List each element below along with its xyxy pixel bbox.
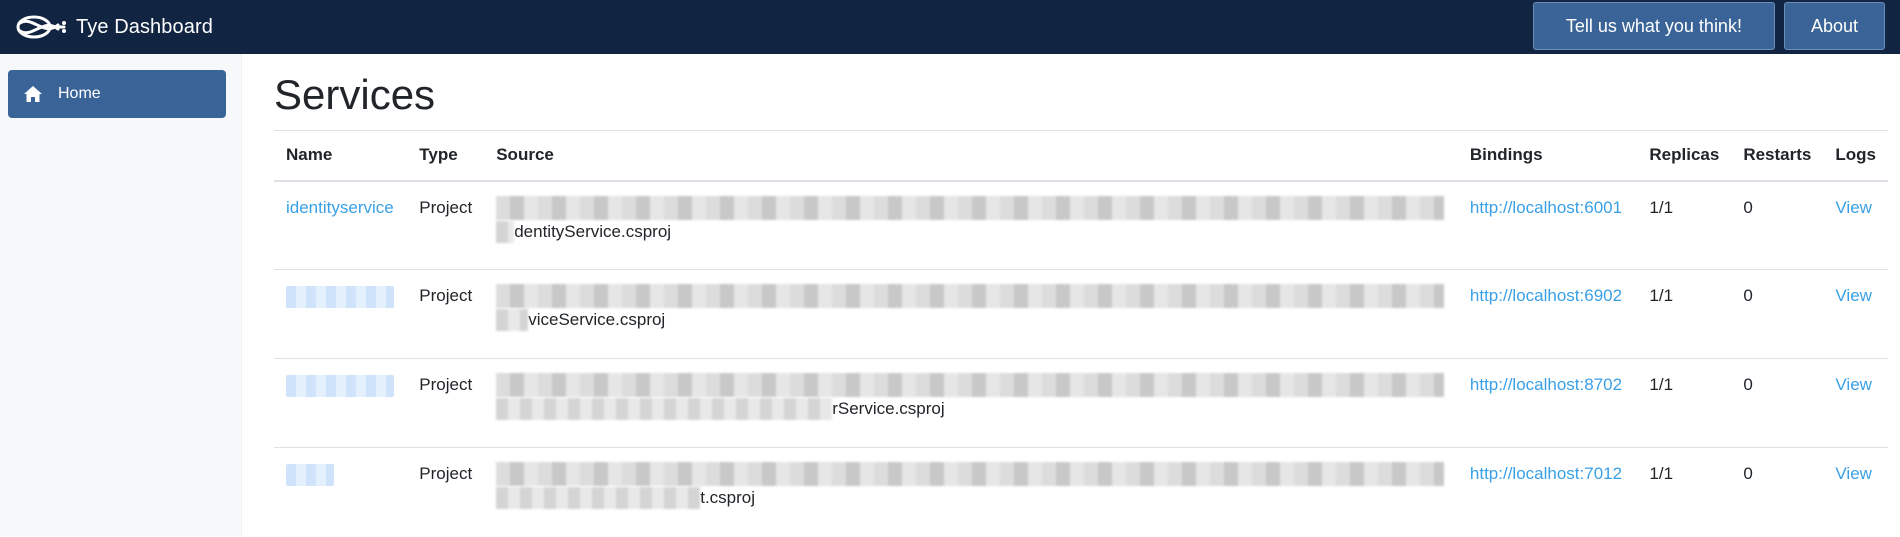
binding-link[interactable]: http://localhost:6902: [1470, 286, 1622, 305]
service-name-cell: [274, 358, 408, 448]
service-type: Project: [407, 180, 485, 270]
binding-cell: http://localhost:8702: [1457, 358, 1638, 448]
service-type: Project: [419, 464, 473, 483]
logs-cell: View: [1823, 358, 1888, 448]
service-name-cell: [274, 448, 407, 537]
column-header-type: Type: [407, 130, 485, 182]
service-name-cell: [274, 269, 408, 359]
logs-cell: View: [1823, 180, 1888, 270]
redacted-source-path: [496, 284, 1445, 308]
service-source-cell: viceService.csproj: [484, 269, 1458, 359]
app-title: Tye Dashboard: [76, 15, 213, 38]
view-logs-link[interactable]: View: [1835, 198, 1872, 217]
service-name-link[interactable]: [286, 464, 334, 486]
column-header-bindings: Bindings: [1457, 130, 1638, 182]
service-name-cell: identityservice: [274, 180, 408, 270]
service-replicas: 1/1: [1637, 358, 1732, 448]
sidebar-item-label: Home: [58, 85, 101, 102]
service-source-file: t.csproj: [700, 488, 756, 507]
service-source-cell: rService.csproj: [484, 358, 1458, 448]
service-source-file: viceService.csproj: [528, 310, 666, 329]
service-name-link[interactable]: identityservice: [286, 198, 394, 217]
service-restarts: 0: [1731, 358, 1824, 448]
service-name-link[interactable]: [286, 286, 394, 308]
redacted-source-prefix: [496, 487, 701, 509]
service-source-cell: t.csproj: [484, 448, 1458, 537]
column-header-name: Name: [274, 130, 408, 182]
service-restarts: 0: [1731, 269, 1824, 359]
binding-cell: http://localhost:6001: [1457, 180, 1638, 270]
service-replicas: 1/1: [1649, 464, 1674, 483]
view-logs-link[interactable]: View: [1835, 464, 1872, 483]
binding-cell: http://localhost:7012: [1458, 448, 1637, 537]
table-row: Project viceService.csproj http://localh…: [274, 269, 1888, 359]
table-row: Project rService.csproj http://localhost…: [274, 358, 1888, 448]
binding-link[interactable]: http://localhost:6001: [1470, 198, 1622, 217]
service-name-link[interactable]: [286, 375, 394, 397]
binding-link[interactable]: http://localhost:7012: [1470, 464, 1622, 483]
redacted-source-prefix: [496, 309, 529, 331]
service-type: Project: [407, 269, 485, 359]
home-icon: [24, 86, 42, 102]
table-header-row: Name Type Source Bindings Replicas Resta…: [274, 130, 1888, 182]
feedback-button[interactable]: Tell us what you think!: [1532, 2, 1775, 50]
service-source-file: rService.csproj: [832, 399, 945, 418]
table-row: Project t.csproj http://localhost:7012 1…: [274, 448, 1888, 537]
column-header-replicas: Replicas: [1637, 130, 1732, 182]
brand-link[interactable]: Tye Dashboard: [0, 0, 213, 54]
about-button[interactable]: About: [1783, 2, 1885, 50]
view-logs-link[interactable]: View: [1835, 375, 1872, 394]
column-header-source: Source: [484, 130, 1458, 182]
page-title: Services: [274, 71, 436, 118]
binding-link[interactable]: http://localhost:8702: [1470, 375, 1622, 394]
redacted-source-prefix: [496, 220, 515, 243]
view-logs-link[interactable]: View: [1835, 286, 1872, 305]
sidebar-item-home[interactable]: Home: [8, 70, 226, 118]
service-source-file: dentityService.csproj: [514, 221, 672, 241]
logs-cell: View: [1823, 448, 1888, 537]
service-restarts: 0: [1731, 180, 1824, 270]
top-navbar: Tye Dashboard Tell us what you think! Ab…: [0, 0, 1900, 54]
redacted-source-path: [496, 373, 1445, 397]
column-header-restarts: Restarts: [1731, 130, 1824, 182]
redacted-source-path: [496, 462, 1445, 486]
tye-knot-logo-icon: [14, 11, 70, 43]
service-replicas: 1/1: [1637, 180, 1732, 270]
service-replicas: 1/1: [1637, 269, 1732, 359]
redacted-source-path: [496, 195, 1445, 220]
header-actions: Tell us what you think! About: [1532, 2, 1885, 50]
service-type: Project: [407, 358, 485, 448]
services-table: Name Type Source Bindings Replicas Resta…: [274, 130, 1888, 537]
redacted-source-prefix: [496, 398, 833, 420]
table-row: identityservice Project dentityService.c…: [274, 180, 1888, 270]
binding-cell: http://localhost:6902: [1457, 269, 1638, 359]
service-restarts: 0: [1743, 464, 1753, 483]
sidebar: Home: [0, 54, 242, 536]
service-source-cell: dentityService.csproj: [484, 180, 1458, 270]
main-content: Services Name Type Source Bindings Repli…: [274, 54, 1888, 537]
column-header-logs: Logs: [1823, 130, 1888, 182]
logs-cell: View: [1823, 269, 1888, 359]
